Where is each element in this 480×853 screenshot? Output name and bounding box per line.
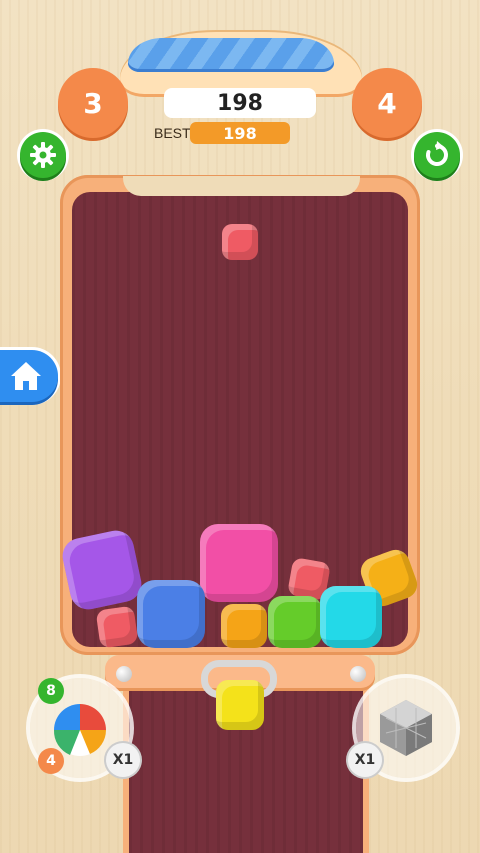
cube-pink — [200, 524, 278, 602]
next-level-badge: 4 — [352, 68, 422, 138]
cube-green — [268, 596, 322, 648]
ball-booster-multiplier: X1 — [106, 743, 140, 777]
booster-count-bottom-text: 4 — [46, 753, 56, 769]
board-top-notch — [123, 176, 360, 196]
best-score-text: 198 — [223, 123, 257, 143]
best-score-display: 198 — [190, 122, 290, 144]
restart-button[interactable] — [414, 132, 460, 178]
home-icon — [11, 362, 41, 390]
booster-count-top-text: 8 — [46, 683, 56, 699]
current-level-badge: 3 — [58, 68, 128, 138]
cube-yellow-locked — [216, 680, 264, 730]
cube-orange — [221, 604, 267, 648]
current-level-text: 3 — [83, 86, 103, 120]
score-text: 198 — [217, 90, 263, 116]
cube-blue — [137, 580, 205, 648]
falling-cube-red[interactable] — [222, 224, 258, 260]
next-level-text: 4 — [377, 86, 397, 120]
ball-booster-multiplier-text: X1 — [112, 752, 134, 768]
disco-booster-multiplier: X1 — [348, 743, 382, 777]
best-label: BEST — [154, 125, 191, 141]
settings-button[interactable] — [20, 132, 66, 178]
score-display: 198 — [164, 88, 316, 118]
home-button[interactable] — [0, 350, 58, 402]
cube-cyan — [320, 586, 382, 648]
gear-icon — [30, 142, 56, 168]
booster-count-bottom: 4 — [38, 748, 64, 774]
disco-booster-multiplier-text: X1 — [354, 752, 376, 768]
level-progress-bar — [128, 38, 334, 72]
booster-count-top: 8 — [38, 678, 64, 704]
restart-icon — [426, 141, 448, 166]
cube-small-red-left — [95, 605, 139, 649]
